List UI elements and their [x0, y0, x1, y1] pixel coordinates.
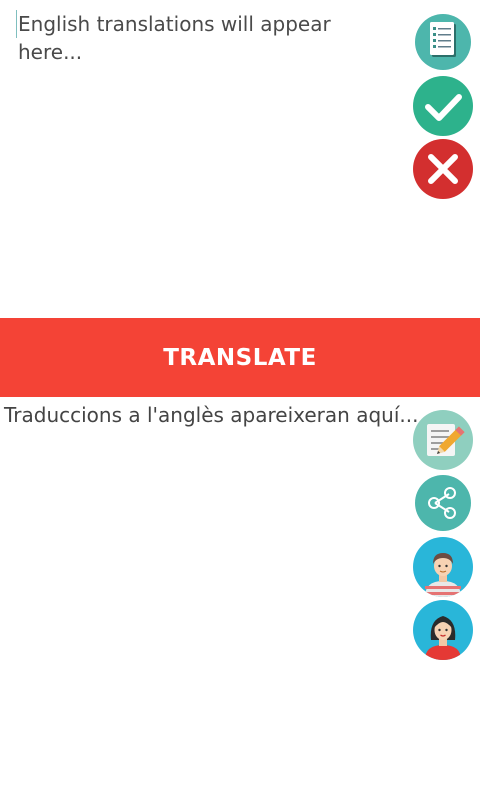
text-cursor	[16, 10, 17, 38]
clear-button[interactable]	[413, 139, 473, 199]
share-button[interactable]	[415, 475, 471, 531]
source-panel	[0, 0, 480, 318]
edit-note-icon	[427, 424, 465, 456]
translate-button[interactable]: TRANSLATE	[0, 318, 480, 397]
translator-screen: TRANSLATE Traduccions a l'anglès apareix…	[0, 0, 480, 800]
male-voice-icon	[425, 553, 461, 597]
edit-button[interactable]	[413, 410, 473, 470]
female-voice-icon	[425, 616, 461, 660]
target-panel: Traduccions a l'anglès apareixeran aquí.…	[0, 397, 480, 800]
checklist-icon	[430, 22, 456, 57]
translated-text[interactable]: Traduccions a l'anglès apareixeran aquí.…	[4, 401, 418, 429]
confirm-button[interactable]	[413, 76, 473, 136]
source-text-input[interactable]	[18, 10, 398, 310]
close-icon	[428, 154, 458, 184]
share-icon	[428, 487, 456, 519]
female-voice-button[interactable]	[413, 600, 473, 660]
check-icon	[425, 94, 462, 121]
checklist-button[interactable]	[415, 14, 471, 70]
male-voice-button[interactable]	[413, 537, 473, 597]
